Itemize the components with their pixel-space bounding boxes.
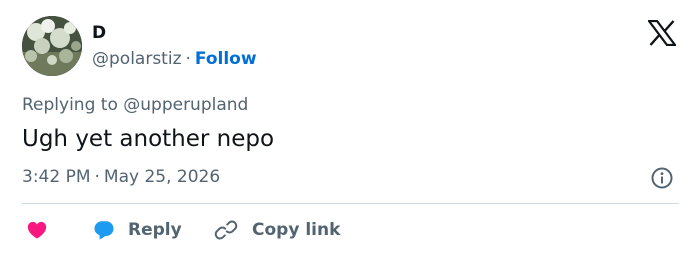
author-display-name[interactable]: D <box>92 22 106 44</box>
action-bar: Reply Copy link <box>22 214 679 246</box>
x-logo-icon[interactable] <box>646 19 678 47</box>
separator-dot: · <box>94 167 100 187</box>
copy-link-button[interactable]: Copy link <box>214 218 340 242</box>
speech-bubble-icon <box>94 221 114 240</box>
info-icon[interactable] <box>650 166 674 190</box>
author-handle[interactable]: @polarstiz <box>92 49 182 69</box>
follow-link[interactable]: Follow <box>195 49 257 69</box>
avatar-image <box>22 16 82 76</box>
tweet-timestamp[interactable]: 3:42 PM · May 25, 2026 <box>22 166 220 188</box>
tweet-text: Ugh yet another nepo <box>22 126 275 152</box>
like-button[interactable] <box>26 219 48 241</box>
copy-link-label: Copy link <box>252 220 341 240</box>
replying-to-context: Replying to @upperupland <box>22 94 248 116</box>
link-icon <box>214 220 238 240</box>
replying-to-handle[interactable]: @upperupland <box>123 95 248 115</box>
reply-label: Reply <box>128 220 182 240</box>
heart-icon <box>27 221 47 239</box>
tweet-time: 3:42 PM <box>22 167 91 187</box>
tweet-date: May 25, 2026 <box>103 167 221 187</box>
reply-button[interactable]: Reply <box>92 218 182 242</box>
author-handle-row: @polarstiz · Follow <box>92 48 257 70</box>
replying-to-label: Replying to <box>22 95 118 115</box>
embedded-tweet-card: D @polarstiz · Follow Replying to @upperup… <box>0 0 700 256</box>
avatar[interactable] <box>22 16 82 76</box>
divider <box>22 203 679 204</box>
separator-dot: · <box>185 49 191 69</box>
